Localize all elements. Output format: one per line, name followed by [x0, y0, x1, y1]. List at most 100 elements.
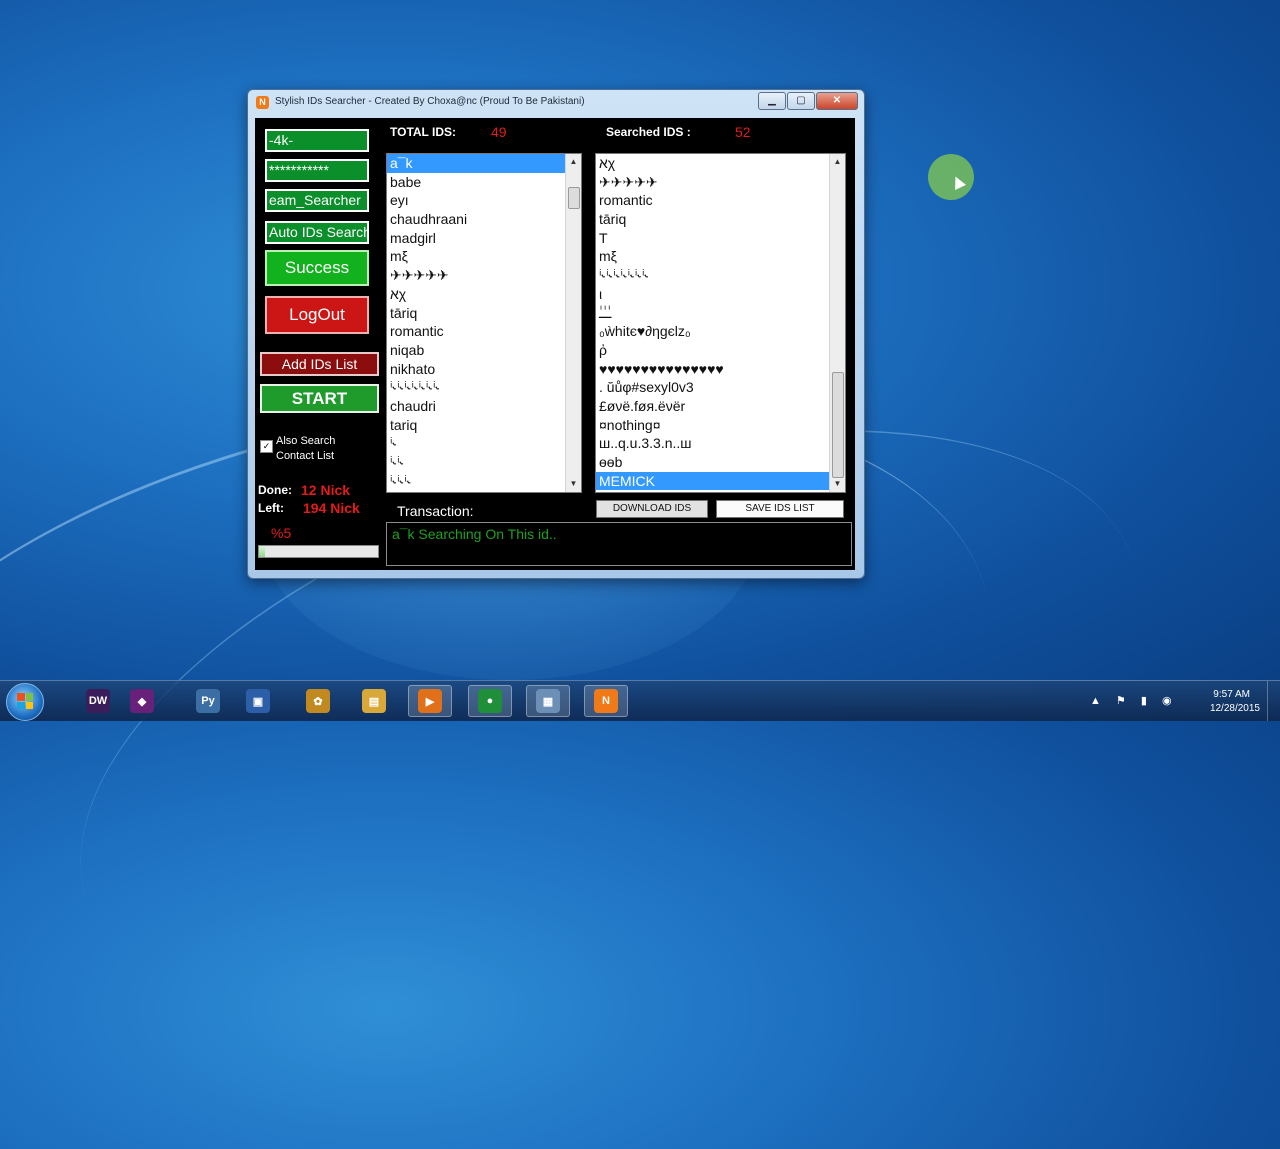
scroll-down-icon[interactable]: ▼: [830, 476, 845, 492]
ids-searcher-icon: N: [594, 689, 618, 713]
mode-input[interactable]: [269, 224, 367, 240]
title-bar[interactable]: N Stylish IDs Searcher - Created By Chox…: [248, 90, 864, 114]
list-item[interactable]: tāriq: [387, 304, 565, 323]
progress-bar: [258, 545, 379, 558]
list-item[interactable]: ι: [596, 285, 829, 304]
ids-list-scrollbar[interactable]: ▲ ▼: [565, 154, 581, 492]
network-icon: ▣: [246, 689, 270, 713]
list-item[interactable]: chaudri: [387, 397, 565, 416]
taskbar-folder-button[interactable]: ▤: [352, 685, 396, 717]
list-item[interactable]: ⁱ˞ⁱ˞: [387, 453, 565, 472]
password-field[interactable]: [265, 159, 369, 182]
party-app-icon: ✿: [306, 689, 330, 713]
add-ids-list-button[interactable]: Add IDs List: [260, 352, 379, 376]
taskbar-media-player-button[interactable]: ▶: [408, 685, 452, 717]
taskbar-dreamweaver-button[interactable]: DW: [76, 685, 120, 717]
list-item[interactable]: £øνё.føя.ёνёr: [596, 397, 829, 416]
list-item[interactable]: mξ: [596, 247, 829, 266]
start-button[interactable]: [6, 683, 44, 721]
list-item[interactable]: אχ: [596, 154, 829, 173]
list-item[interactable]: ⁱ˞ⁱ˞ⁱ˞ⁱ˞ⁱ˞ⁱ˞ⁱ˞: [596, 266, 829, 285]
scroll-thumb[interactable]: [832, 372, 844, 478]
list-item[interactable]: MEMICK: [596, 471, 829, 491]
list-item[interactable]: ⁱ˞: [387, 434, 565, 453]
list-item[interactable]: chaudhraani: [387, 210, 565, 229]
id-input[interactable]: [269, 132, 367, 148]
maximize-button[interactable]: ▢: [787, 92, 815, 110]
logout-button[interactable]: LogOut: [265, 296, 369, 334]
list-item[interactable]: ✈✈✈✈✈: [387, 266, 565, 285]
tray-icons[interactable]: ▲ ⚑ ▮ ◉: [1090, 694, 1178, 707]
list-item[interactable]: mξ: [387, 247, 565, 266]
team-input[interactable]: [269, 192, 367, 208]
list-item[interactable]: ш..q.u.3.3.n..ш: [596, 434, 829, 453]
list-item[interactable]: ♥♥♥♥♥♥♥♥♥♥♥♥♥♥♥: [596, 360, 829, 379]
taskbar-python-button[interactable]: Py: [186, 685, 230, 717]
taskbar-ids-searcher-button[interactable]: N: [584, 685, 628, 717]
list-item[interactable]: madgirl: [387, 229, 565, 248]
scroll-up-icon[interactable]: ▲: [566, 154, 581, 170]
python-icon: Py: [196, 689, 220, 713]
taskbar-visual-studio-button[interactable]: ◆: [120, 685, 164, 717]
app-window: N Stylish IDs Searcher - Created By Chox…: [247, 89, 865, 579]
list-item[interactable]: ῤ: [596, 341, 829, 360]
progress-percent: %5: [271, 525, 292, 541]
window-title: Stylish IDs Searcher - Created By Choxa@…: [275, 96, 585, 107]
list-item[interactable]: ⁱ˞ⁱ˞ⁱ˞ⁱ˞ⁱ˞ⁱ˞ⁱ˞: [387, 378, 565, 397]
ids-listbox[interactable]: a¯k babe eyı chaudhraani madgirl mξ ✈✈✈✈✈ אχ tār…: [386, 153, 582, 493]
list-item[interactable]: babe: [387, 173, 565, 192]
list-item[interactable]: אχ: [387, 285, 565, 304]
list-item[interactable]: tariq: [387, 416, 565, 435]
list-item[interactable]: nikhato: [387, 360, 565, 379]
app-client-area: Success LogOut Add IDs List START ✓ Also…: [255, 118, 855, 570]
download-ids-button[interactable]: DOWNLOAD IDS: [596, 500, 708, 518]
list-item[interactable]: a¯k: [387, 154, 565, 173]
media-player-icon: ▶: [418, 689, 442, 713]
contact-list-checkbox[interactable]: ✓: [260, 440, 273, 453]
list-item[interactable]: ¤nothing¤: [596, 416, 829, 435]
image-viewer-icon: ▦: [536, 689, 560, 713]
save-ids-list-button[interactable]: SAVE IDS LIST: [716, 500, 844, 518]
left-value: 194 Nick: [303, 500, 360, 516]
app-icon: N: [256, 96, 269, 109]
list-item[interactable]: ₀ẁhitє♥∂ηgєlz₀: [596, 322, 829, 341]
list-item[interactable]: niqab: [387, 341, 565, 360]
minimize-button[interactable]: ▁: [758, 92, 786, 110]
total-ids-label: TOTAL IDS:: [390, 125, 456, 139]
left-label: Left:: [258, 501, 284, 515]
mode-field[interactable]: [265, 221, 369, 244]
list-item[interactable]: . ŭůφ#sexyl0v3: [596, 378, 829, 397]
start-button[interactable]: START: [260, 384, 379, 413]
list-item[interactable]: ⁱ˞ⁱ˞ⁱ˞: [387, 472, 565, 491]
list-item[interactable]: tāriq: [596, 210, 829, 229]
scroll-down-icon[interactable]: ▼: [566, 476, 581, 492]
list-item[interactable]: ɵɵb: [596, 453, 829, 472]
list-item[interactable]: romantic: [596, 191, 829, 210]
team-field[interactable]: [265, 189, 369, 212]
taskbar-party-app-button[interactable]: ✿: [296, 685, 340, 717]
taskbar-image-viewer-button[interactable]: ▦: [526, 685, 570, 717]
searched-ids-listbox[interactable]: אχ ✈✈✈✈✈ romantic tāriq Tmξ ⁱ˞ⁱ˞ⁱ˞ⁱ˞ⁱ˞ⁱ˞ⁱ˞ ι ـٰ…: [595, 153, 846, 493]
taskbar-chrome-button[interactable]: ●: [468, 685, 512, 717]
contact-list-checkbox-label: Also Search Contact List: [276, 435, 336, 462]
searched-list-scrollbar[interactable]: ▲ ▼: [829, 154, 845, 492]
success-button[interactable]: Success: [265, 250, 369, 286]
scroll-thumb[interactable]: [568, 187, 580, 209]
list-item[interactable]: romantic: [387, 322, 565, 341]
close-button[interactable]: ✕: [816, 92, 858, 110]
list-item[interactable]: T: [596, 229, 829, 248]
taskbar: DW ◆ Py ▣ ✿ ▤ ▶ ● ▦ N ▲ ⚑ ▮ ◉ 9:57 AM 12/28/2015: [0, 680, 1280, 721]
show-desktop-button[interactable]: [1267, 681, 1280, 721]
done-label: Done:: [258, 483, 292, 497]
password-input[interactable]: [269, 162, 367, 178]
transaction-log: a¯k Searching On This id..: [386, 522, 852, 566]
scroll-up-icon[interactable]: ▲: [830, 154, 845, 170]
id-input-field[interactable]: [265, 129, 369, 152]
clock-time[interactable]: 9:57 AM: [1213, 689, 1250, 700]
done-value: 12 Nick: [301, 482, 351, 498]
list-item[interactable]: ـٰـٰـٰ: [596, 304, 829, 323]
clock-date[interactable]: 12/28/2015: [1210, 703, 1260, 714]
taskbar-network-button[interactable]: ▣: [236, 685, 280, 717]
list-item[interactable]: eyı: [387, 191, 565, 210]
list-item[interactable]: ✈✈✈✈✈: [596, 173, 829, 192]
